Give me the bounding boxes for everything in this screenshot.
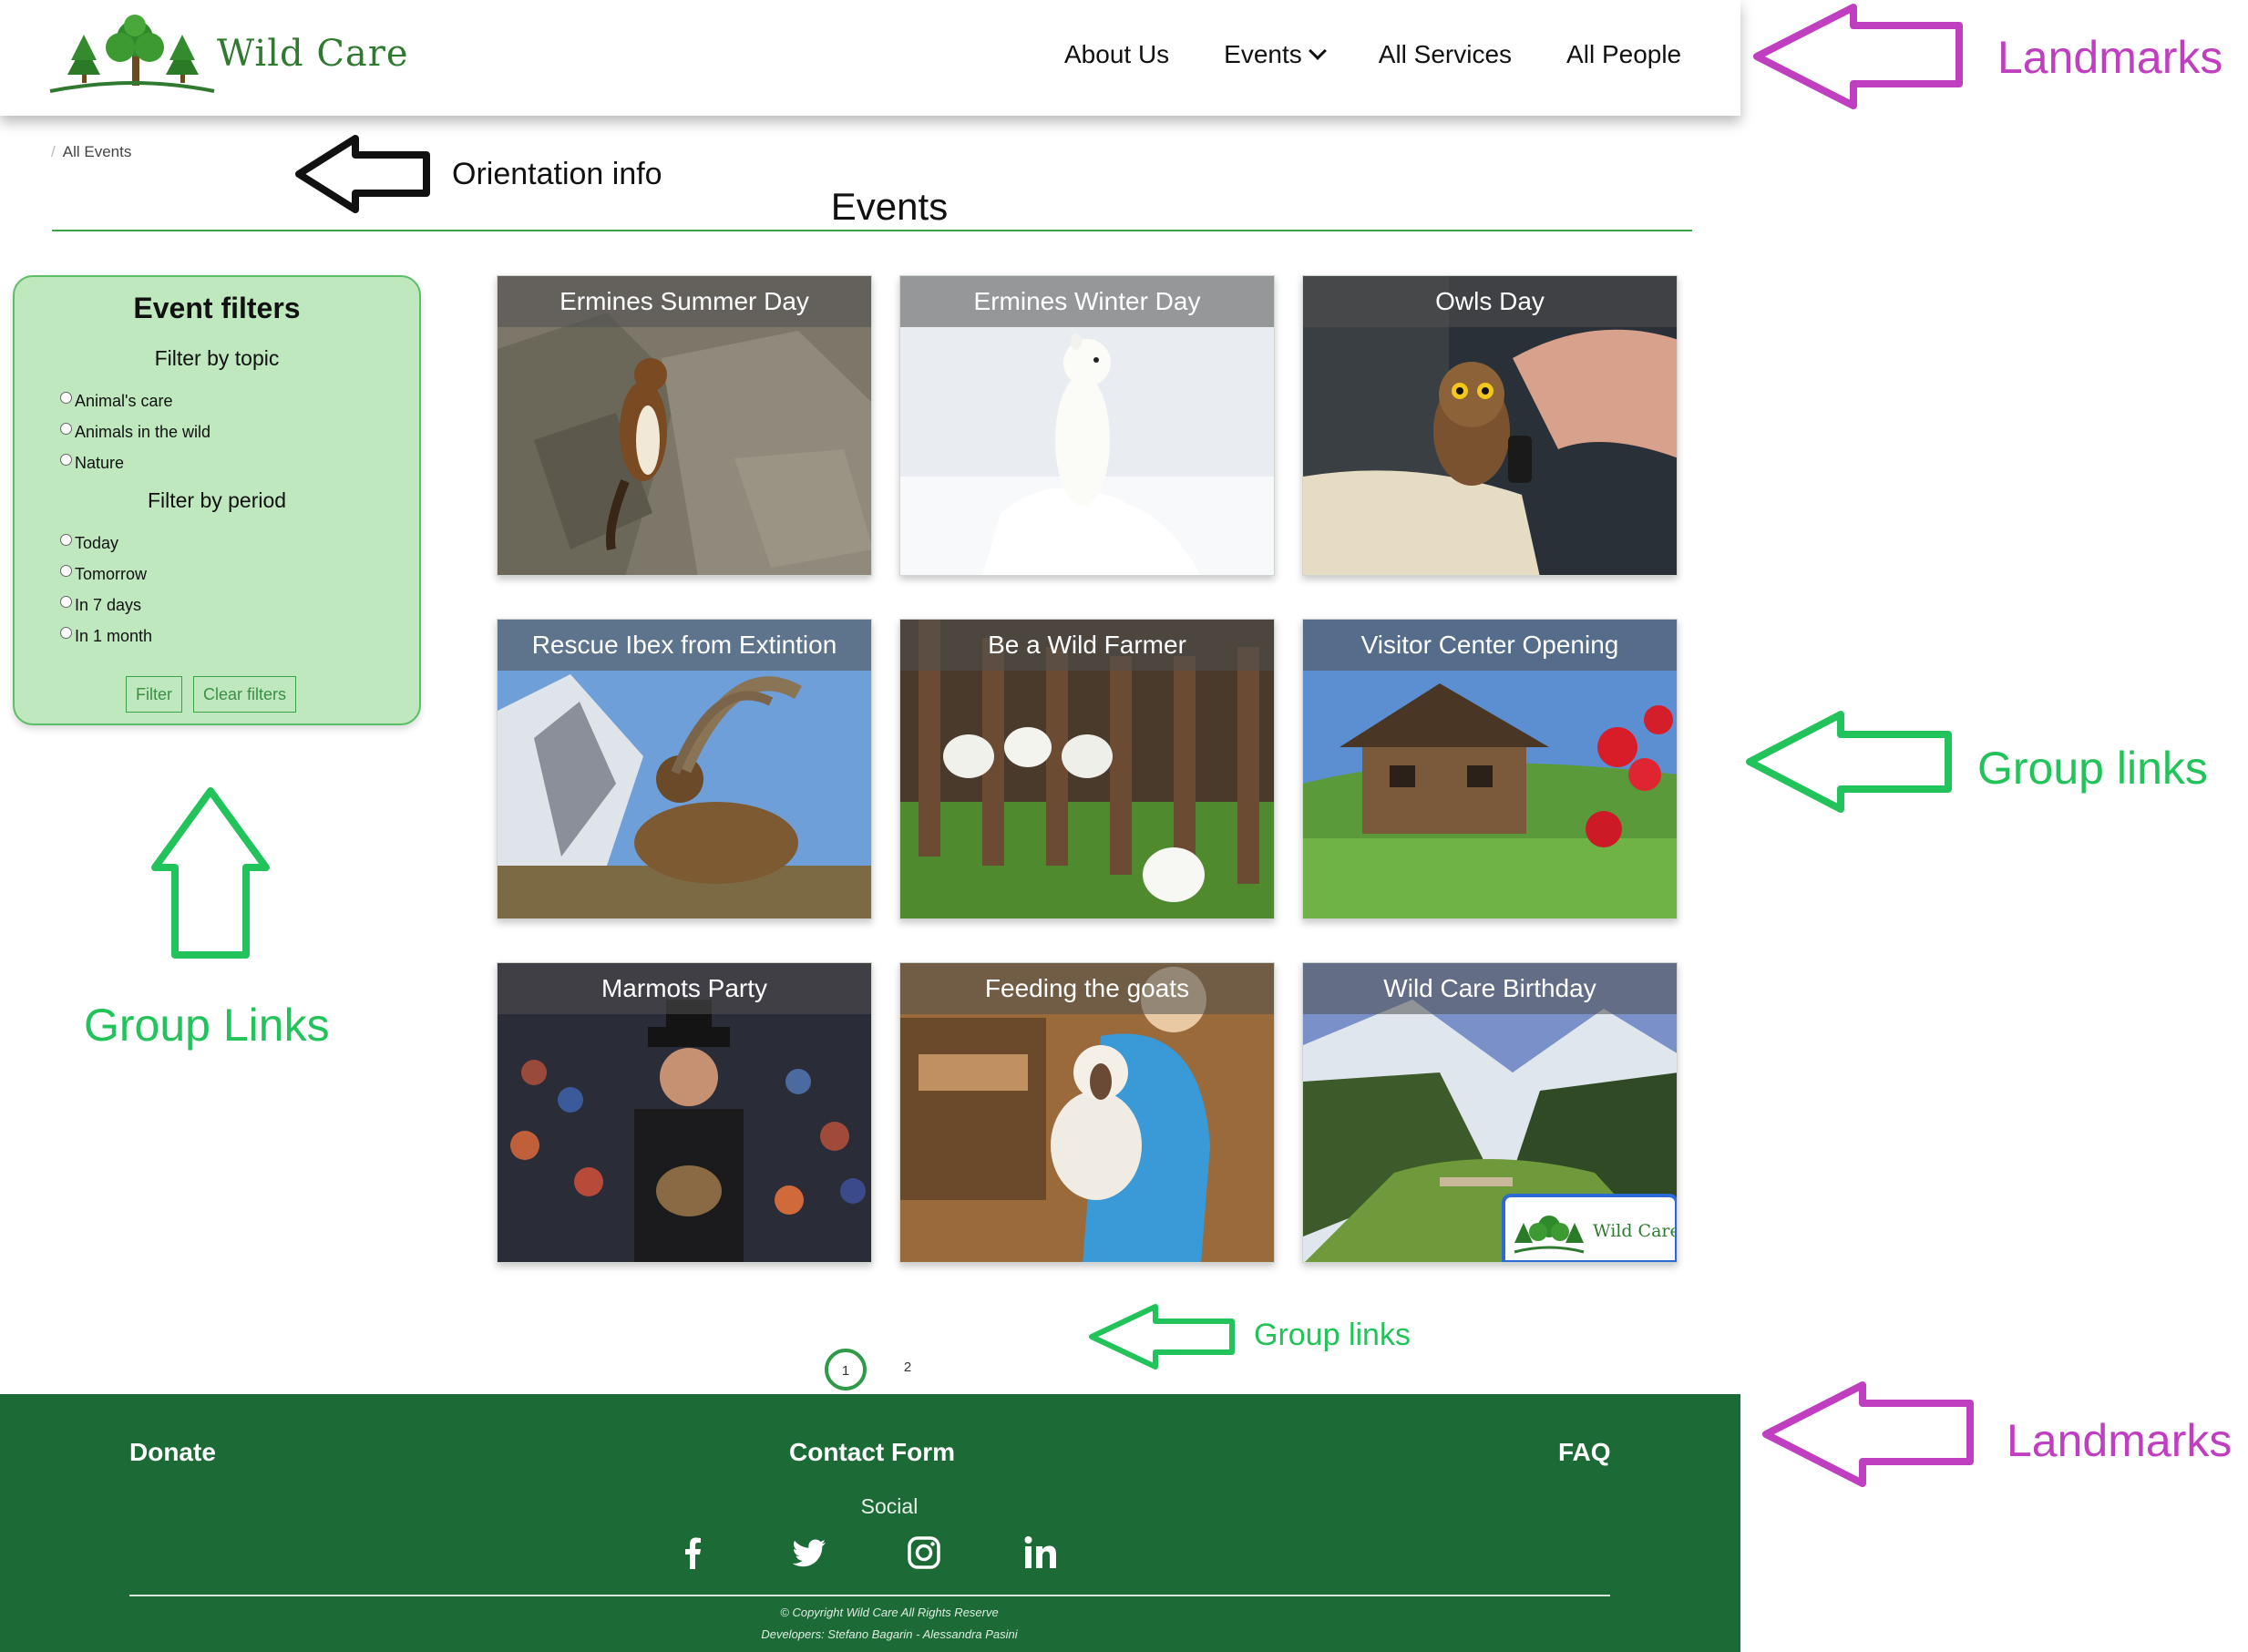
site-footer: Donate Contact Form FAQ Social © Copyrig… xyxy=(0,1394,1740,1652)
event-card-marmots-party[interactable]: Marmots Party xyxy=(497,962,872,1263)
nav-events-dropdown[interactable]: Events xyxy=(1224,40,1327,69)
event-title: Visitor Center Opening xyxy=(1303,620,1677,671)
clear-filters-button[interactable]: Clear filters xyxy=(193,676,297,713)
nav-all-people[interactable]: All People xyxy=(1566,40,1681,69)
topic-radio-animals-care[interactable]: Animal's care xyxy=(60,392,172,411)
instagram-icon[interactable] xyxy=(904,1533,944,1573)
copyright-text: © Copyright Wild Care All Rights Reserve xyxy=(780,1606,999,1619)
annotation-group-links-right: Group links xyxy=(1977,743,2208,794)
nav-all-services[interactable]: All Services xyxy=(1379,40,1512,69)
event-filters-panel: Event filters Filter by topic Animal's c… xyxy=(13,275,421,725)
arrow-left-icon xyxy=(1762,1381,1974,1487)
event-title: Wild Care Birthday xyxy=(1303,963,1677,1014)
event-card-ermines-winter-day[interactable]: Ermines Winter Day xyxy=(899,275,1275,576)
tree-logo-icon xyxy=(49,15,215,93)
nav-label: All Services xyxy=(1378,40,1513,68)
radio-label: Animal's care xyxy=(75,392,173,410)
period-radio-7-days[interactable]: In 7 days xyxy=(60,596,141,615)
event-card-wild-care-birthday[interactable]: Wild Care Birthday Wild Care xyxy=(1302,962,1678,1263)
developers-text: Developers: Stefano Bagarin - Alessandra… xyxy=(761,1627,1018,1641)
arrow-up-icon xyxy=(151,787,270,959)
site-logo[interactable]: Wild Care xyxy=(46,13,408,95)
social-title: Social xyxy=(860,1494,919,1518)
site-header: Wild Care About Us Events All Services A… xyxy=(0,0,1740,116)
event-card-ermines-summer-day[interactable]: Ermines Summer Day xyxy=(497,275,872,576)
filter-button[interactable]: Filter xyxy=(126,676,182,713)
annotation-orientation-info: Orientation info xyxy=(452,157,662,191)
breadcrumb-current[interactable]: All Events xyxy=(63,143,132,160)
page-1-button[interactable]: 1 xyxy=(825,1349,867,1390)
radio-button[interactable] xyxy=(60,596,72,608)
wild-care-badge: Wild Care xyxy=(1502,1194,1678,1262)
arrow-left-icon xyxy=(295,135,430,213)
radio-label: Animals in the wild xyxy=(75,423,211,441)
tree-logo-icon xyxy=(1514,1216,1585,1254)
event-title: Rescue Ibex from Extintion xyxy=(498,620,871,671)
facebook-icon[interactable] xyxy=(672,1533,713,1573)
nav-label: Events xyxy=(1224,40,1302,68)
period-radio-tomorrow[interactable]: Tomorrow xyxy=(60,565,147,584)
radio-label: Nature xyxy=(75,454,125,472)
event-title: Ermines Winter Day xyxy=(900,276,1274,327)
logo-text: Wild Care xyxy=(217,33,409,75)
filters-title: Event filters xyxy=(133,292,301,324)
event-title: Be a Wild Farmer xyxy=(900,620,1274,671)
event-title: Ermines Summer Day xyxy=(498,276,871,327)
period-radio-today[interactable]: Today xyxy=(60,534,118,553)
period-radio-1-month[interactable]: In 1 month xyxy=(60,627,152,646)
annotation-group-links-bottom: Group links xyxy=(1254,1318,1411,1352)
breadcrumb: / All Events xyxy=(51,143,131,161)
event-title: Feeding the goats xyxy=(900,963,1274,1014)
event-title: Owls Day xyxy=(1303,276,1677,327)
linkedin-icon[interactable] xyxy=(1021,1533,1061,1573)
arrow-left-icon xyxy=(1753,4,1963,109)
nav-about-us[interactable]: About Us xyxy=(1064,40,1169,69)
chevron-down-icon xyxy=(1308,42,1327,60)
event-card-rescue-ibex[interactable]: Rescue Ibex from Extintion xyxy=(497,619,872,919)
faq-link[interactable]: FAQ xyxy=(1558,1438,1611,1467)
radio-button[interactable] xyxy=(60,534,72,546)
arrow-left-icon xyxy=(1089,1304,1235,1370)
topic-radio-animals-in-the-wild[interactable]: Animals in the wild xyxy=(60,423,210,442)
page-2-button[interactable]: 2 xyxy=(887,1349,929,1390)
radio-label: Tomorrow xyxy=(75,565,148,583)
annotation-landmarks-top: Landmarks xyxy=(1997,32,2223,83)
footer-divider xyxy=(129,1595,1610,1596)
radio-button[interactable] xyxy=(60,565,72,577)
main-navigation: About Us Events All Services All People xyxy=(1064,40,1681,69)
radio-button[interactable] xyxy=(60,423,72,435)
nav-label: About Us xyxy=(1064,40,1170,68)
contact-form-link[interactable]: Contact Form xyxy=(789,1438,955,1467)
radio-button[interactable] xyxy=(60,454,72,466)
radio-button[interactable] xyxy=(60,392,72,404)
event-card-be-a-wild-farmer[interactable]: Be a Wild Farmer xyxy=(899,619,1275,919)
radio-label: Today xyxy=(75,534,119,552)
title-divider xyxy=(52,230,1692,231)
twitter-icon[interactable] xyxy=(789,1533,829,1573)
topic-radio-nature[interactable]: Nature xyxy=(60,454,124,473)
nav-label: All People xyxy=(1566,40,1682,68)
event-title: Marmots Party xyxy=(498,963,871,1014)
event-card-feeding-the-goats[interactable]: Feeding the goats xyxy=(899,962,1275,1263)
pagination: 1 2 xyxy=(825,1349,929,1390)
event-card-owls-day[interactable]: Owls Day xyxy=(1302,275,1678,576)
filter-topic-heading: Filter by topic xyxy=(154,346,280,370)
radio-label: In 1 month xyxy=(75,627,153,645)
donate-link[interactable]: Donate xyxy=(129,1438,216,1467)
badge-text: Wild Care xyxy=(1593,1221,1678,1241)
filter-period-heading: Filter by period xyxy=(147,488,287,512)
radio-button[interactable] xyxy=(60,627,72,639)
annotation-group-links-left: Group Links xyxy=(84,1000,330,1051)
breadcrumb-separator: / xyxy=(51,143,56,160)
radio-label: In 7 days xyxy=(75,596,142,614)
event-card-visitor-center-opening[interactable]: Visitor Center Opening xyxy=(1302,619,1678,919)
annotation-landmarks-bottom: Landmarks xyxy=(2007,1415,2233,1466)
arrow-left-icon xyxy=(1746,711,1952,813)
